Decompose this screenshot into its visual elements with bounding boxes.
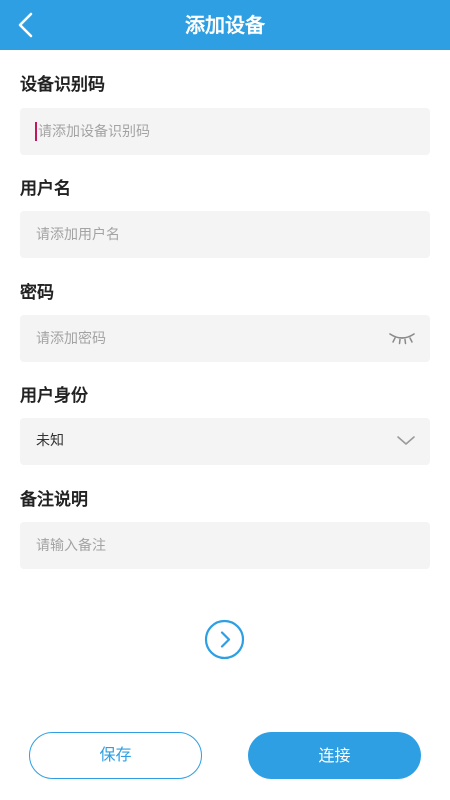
chevron-down-icon: [397, 436, 415, 445]
page-title: 添加设备: [185, 13, 265, 37]
remark-input[interactable]: [20, 522, 430, 569]
password-field[interactable]: [20, 315, 430, 362]
top-bar: 添加设备: [0, 0, 450, 50]
circle-chevron-right-icon[interactable]: [204, 619, 245, 660]
device-code-field[interactable]: [20, 108, 430, 155]
remark-label: 备注说明: [20, 490, 88, 510]
device-code-label: 设备识别码: [20, 75, 105, 95]
identity-select[interactable]: 未知: [20, 418, 430, 465]
connect-button[interactable]: 连接: [248, 732, 421, 779]
username-label: 用户名: [20, 179, 71, 199]
username-input[interactable]: [20, 211, 430, 258]
text-caret: [35, 122, 37, 141]
password-label: 密码: [20, 283, 54, 303]
username-field[interactable]: [20, 211, 430, 258]
identity-value: 未知: [36, 433, 64, 449]
device-code-input[interactable]: [20, 108, 430, 155]
save-button[interactable]: 保存: [29, 732, 202, 779]
identity-label: 用户身份: [20, 386, 88, 406]
password-input[interactable]: [20, 315, 430, 362]
eye-closed-icon[interactable]: [388, 329, 416, 347]
remark-field[interactable]: [20, 522, 430, 569]
